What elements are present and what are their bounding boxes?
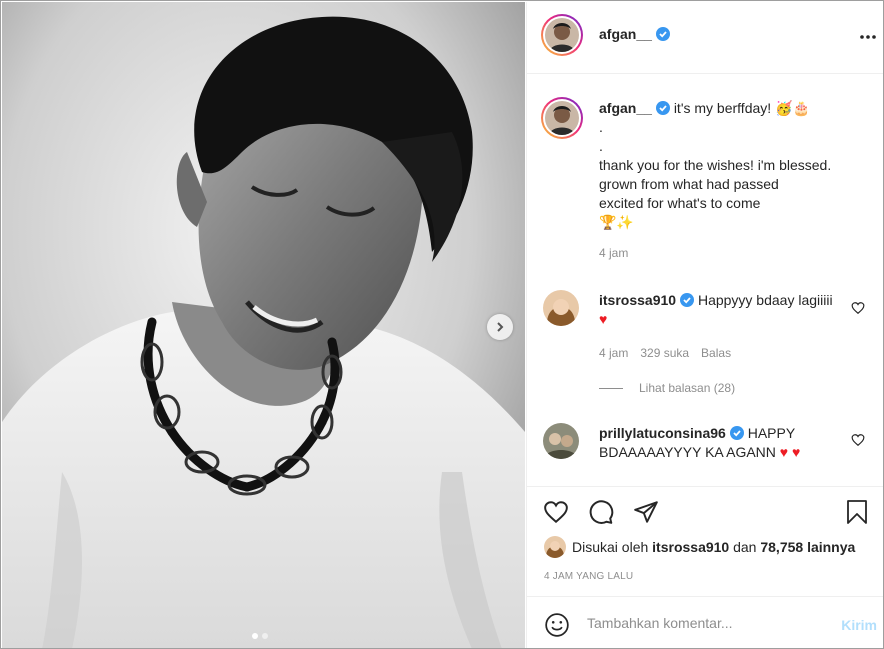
chevron-right-icon [497,322,504,332]
post-comment-button[interactable]: Kirim [841,617,877,633]
likes-connector: dan [733,539,757,555]
caption-avatar-image [545,101,579,135]
post-side-panel: afgan__ afgan__ it's my berffday! 🥳🎂 . .… [526,2,883,648]
post-actions-bar [527,486,883,536]
carousel-dot [262,633,268,639]
commenter-avatar[interactable] [543,290,579,326]
comment-input[interactable] [587,613,817,633]
verified-badge-icon [729,426,744,440]
verified-badge-icon [680,293,695,307]
comments-section[interactable]: afgan__ it's my berffday! 🥳🎂 . . thank y… [527,75,883,486]
carousel-dot-active [252,633,258,639]
comment-username[interactable]: prillylatuconsina96 [599,425,726,441]
caption-avatar[interactable] [541,97,583,139]
heart-emoji: ♥ [599,311,608,327]
comment-body: itsrossa910 Happyyy bdaay lagiiiii ♥ [599,291,839,329]
like-comment-heart-icon[interactable] [851,301,865,315]
view-replies-label: Lihat balasan (28) [639,381,736,395]
likes-others[interactable]: 78,758 lainnya [760,539,855,555]
post-photo-image [2,2,525,648]
verified-badge-icon [655,101,670,115]
caption-line: excited for what's to come [599,195,761,211]
verified-badge-icon [655,27,670,41]
instagram-post-frame: afgan__ afgan__ it's my berffday! 🥳🎂 . .… [0,0,884,649]
comment-bubble-icon[interactable] [588,499,614,525]
commenter-avatar[interactable] [543,423,579,459]
caption-emojis: 🥳🎂 [775,100,810,116]
comment-likes[interactable]: 329 suka [640,346,689,360]
view-replies-button[interactable]: Lihat balasan (28) [599,381,735,395]
caption-line: . [599,138,603,154]
caption-line: grown from what had passed [599,176,779,192]
comment-username[interactable]: itsrossa910 [599,292,676,308]
likes-summary: Disukai oleh itsrossa910 dan 78,758 lain… [544,536,855,558]
post-header: afgan__ [527,2,883,74]
author-avatar-image [545,18,579,52]
commenter-avatar-image [543,290,579,326]
heart-emoji: ♥ ♥ [779,444,801,460]
post-photo[interactable] [2,2,525,648]
likes-user[interactable]: itsrossa910 [652,539,729,555]
comment-time[interactable]: 4 jam [599,346,628,360]
author-username[interactable]: afgan__ [599,26,652,42]
liker-avatar-image [544,536,566,558]
author-avatar[interactable] [541,14,583,56]
caption-first-line: it's my berffday! [673,100,772,116]
carousel-indicator [252,633,268,639]
comment-meta: 4 jam 329 suka Balas [599,346,731,360]
like-heart-icon[interactable] [543,499,569,525]
emoji-smiley-icon[interactable] [544,612,570,638]
caption-line: thank you for the wishes! i'm blessed. [599,157,832,173]
likes-prefix: Disukai oleh [572,539,649,555]
post-time-ago[interactable]: 4 JAM YANG LALU [544,571,633,582]
reply-button[interactable]: Balas [701,346,731,360]
caption-username[interactable]: afgan__ [599,100,652,116]
post-caption: afgan__ it's my berffday! 🥳🎂 . . thank y… [599,99,869,263]
share-paper-plane-icon[interactable] [633,499,659,525]
more-options-icon[interactable] [859,28,877,46]
like-comment-heart-icon[interactable] [851,433,865,447]
save-bookmark-icon[interactable] [845,499,869,525]
comment-body: prillylatuconsina96 HAPPY BDAAAAAYYYY KA… [599,424,839,462]
caption-trailing-emojis: 🏆✨ [599,214,634,230]
commenter-avatar-image [543,423,579,459]
liker-avatar[interactable] [544,536,566,558]
caption-line: . [599,119,603,135]
comment-text: Happyyy bdaay lagiiiii [697,292,833,308]
add-comment-bar: Kirim [527,596,883,648]
carousel-next-button[interactable] [487,314,513,340]
caption-time[interactable]: 4 jam [599,244,869,263]
replies-divider [599,387,623,389]
